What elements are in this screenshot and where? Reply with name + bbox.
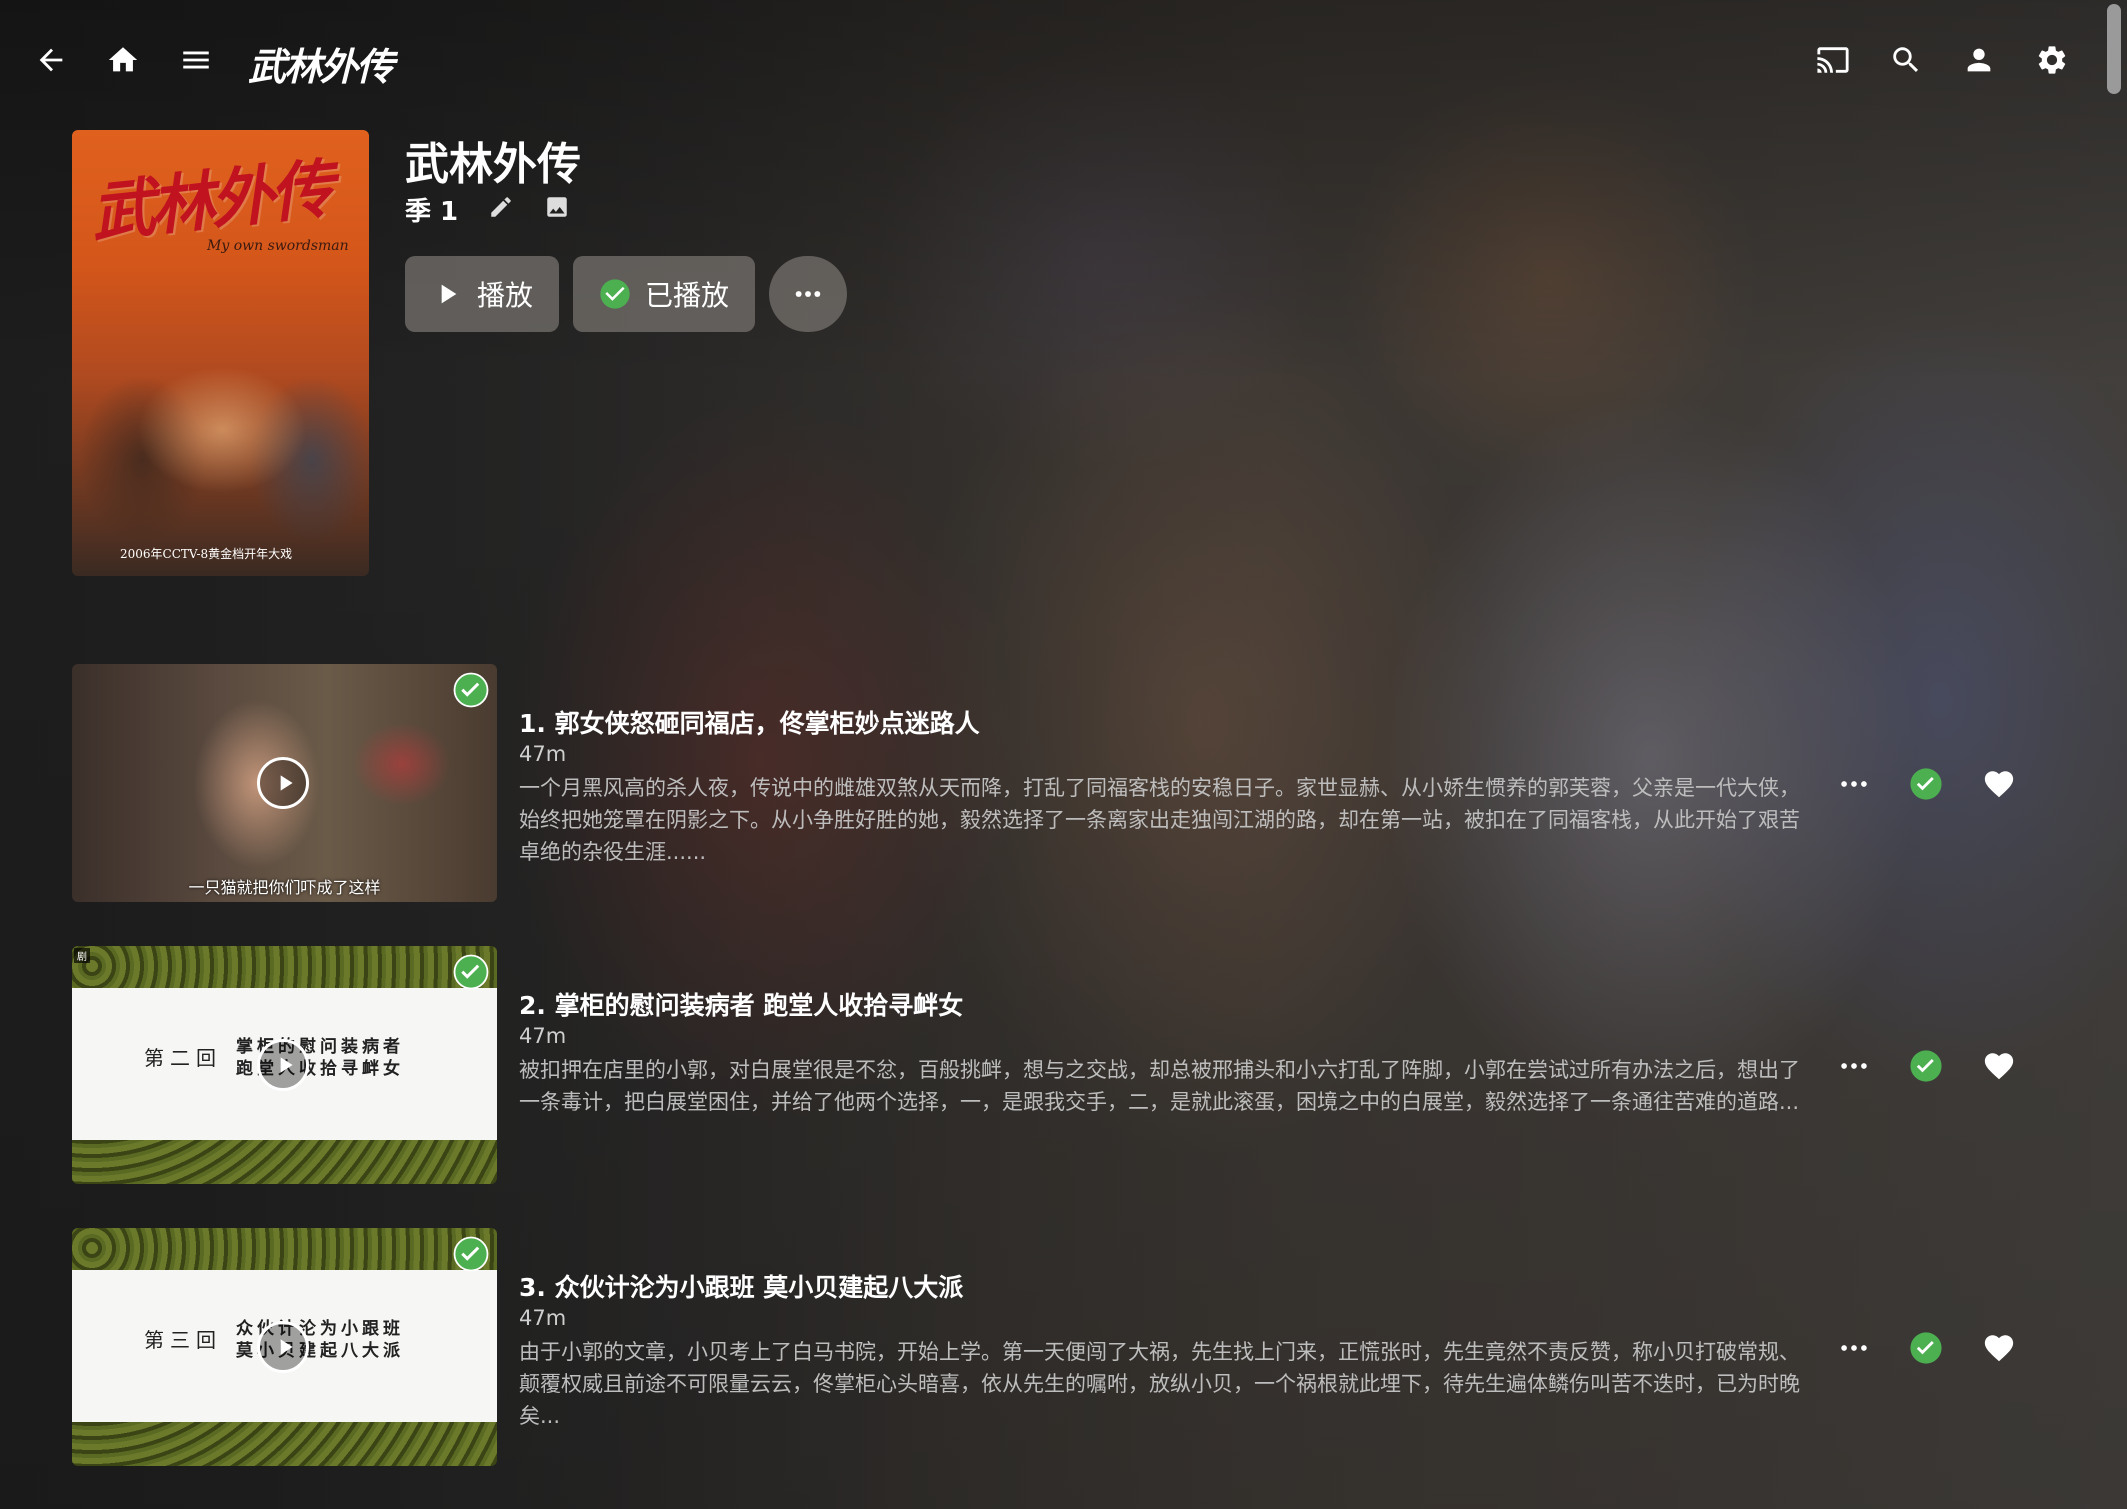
poster-caption: 2006年CCTV-8黄金档开年大戏 bbox=[120, 547, 293, 561]
more-horiz-icon bbox=[1841, 1345, 1867, 1351]
play-label: 播放 bbox=[477, 279, 534, 312]
episode-more-button[interactable] bbox=[1832, 1044, 1876, 1088]
edit-metadata-button[interactable] bbox=[488, 194, 514, 224]
search-icon bbox=[1893, 47, 1919, 73]
episode-row[interactable]: 第二回 掌柜的慰问装病者 跑堂人收拾寻衅女 剧 2. 掌柜的慰问装病者 跑堂人收… bbox=[72, 946, 2032, 1184]
episode-thumbnail[interactable]: 一只猫就把你们吓成了这样 bbox=[72, 664, 497, 902]
episode-title[interactable]: 2. 掌柜的慰问装病者 跑堂人收拾寻衅女 bbox=[519, 986, 963, 1022]
episode-favorite-toggle[interactable] bbox=[1977, 1044, 2021, 1088]
menu-icon bbox=[183, 51, 209, 69]
more-horiz-icon bbox=[795, 291, 821, 297]
app-logo[interactable]: 武林外传 bbox=[248, 36, 394, 91]
home-icon bbox=[108, 47, 138, 72]
menu-button[interactable] bbox=[169, 33, 223, 87]
played-button[interactable]: 已播放 bbox=[573, 256, 756, 332]
heart-icon bbox=[1984, 1335, 2014, 1362]
show-title: 武林外传 bbox=[405, 139, 581, 190]
cast-icon bbox=[1817, 47, 1849, 73]
episode-duration: 47m bbox=[519, 1024, 567, 1048]
season-row: 季 1 bbox=[405, 192, 570, 227]
episode-played-toggle[interactable] bbox=[1904, 1044, 1948, 1088]
episode-description: 一个月黑风高的杀人夜，传说中的雌雄双煞从天而降，打乱了同福客栈的安稳日子。家世显… bbox=[519, 776, 1800, 864]
episode-description: 被扣押在店里的小郭，对白展堂很是不忿，百般挑衅，想与之交战，却总被邢捕头和小六打… bbox=[519, 1058, 1800, 1114]
check-circle-icon bbox=[1910, 1050, 1942, 1082]
check-circle-icon bbox=[1910, 768, 1942, 800]
season-label: 季 1 bbox=[405, 196, 459, 227]
back-button[interactable] bbox=[24, 33, 78, 87]
episode-title[interactable]: 3. 众伙计沦为小跟班 莫小贝建起八大派 bbox=[519, 1268, 963, 1304]
check-circle-icon bbox=[600, 279, 630, 309]
play-button[interactable]: 播放 bbox=[405, 256, 560, 332]
more-horiz-icon bbox=[1841, 781, 1867, 787]
poster-title: 武林外传 bbox=[87, 151, 334, 252]
watched-check-icon bbox=[453, 1236, 489, 1272]
user-button[interactable] bbox=[1952, 33, 2006, 87]
person-icon bbox=[1967, 48, 1991, 72]
search-button[interactable] bbox=[1879, 33, 1933, 87]
play-icon bbox=[280, 1339, 293, 1355]
settings-icon bbox=[2038, 46, 2066, 74]
episode-row[interactable]: 一只猫就把你们吓成了这样 1. 郭女侠怒砸同福店，佟掌柜妙点迷路人 47m 一个… bbox=[72, 664, 2032, 902]
episode-favorite-toggle[interactable] bbox=[1977, 762, 2021, 806]
thumbnail-tag: 剧 bbox=[74, 948, 90, 963]
heart-icon bbox=[1984, 771, 2014, 798]
episode-row[interactable]: 第三回 众伙计沦为小跟班 莫小贝建起八大派 3. 众伙计沦为小跟班 莫小贝建起八… bbox=[72, 1228, 2032, 1466]
page-scrollbar[interactable] bbox=[2107, 4, 2121, 94]
episode-thumbnail[interactable]: 第二回 掌柜的慰问装病者 跑堂人收拾寻衅女 剧 bbox=[72, 946, 497, 1184]
episode-played-toggle[interactable] bbox=[1904, 1326, 1948, 1370]
episode-duration: 47m bbox=[519, 1306, 567, 1330]
episode-favorite-toggle[interactable] bbox=[1977, 1326, 2021, 1370]
heart-icon bbox=[1984, 1053, 2014, 1080]
episode-thumbnail[interactable]: 第三回 众伙计沦为小跟班 莫小贝建起八大派 bbox=[72, 1228, 497, 1466]
check-circle-icon bbox=[1910, 1332, 1942, 1364]
watched-check-icon bbox=[453, 954, 489, 990]
settings-button[interactable] bbox=[2025, 33, 2079, 87]
more-options-button[interactable] bbox=[769, 256, 848, 332]
play-icon bbox=[280, 775, 293, 791]
title-card-chapter: 第三回 bbox=[144, 1328, 222, 1352]
episode-duration: 47m bbox=[519, 742, 567, 766]
edit-images-button[interactable] bbox=[544, 194, 570, 224]
show-poster[interactable]: 武林外传 My own swordsman 2006年CCTV-8黄金档开年大戏 bbox=[72, 130, 369, 576]
thumbnail-subtitle: 一只猫就把你们吓成了这样 bbox=[188, 878, 381, 897]
image-icon bbox=[547, 197, 567, 217]
play-episode-button[interactable] bbox=[257, 1321, 309, 1373]
more-horiz-icon bbox=[1841, 1063, 1867, 1069]
play-episode-button[interactable] bbox=[257, 757, 309, 809]
episode-description: 由于小郭的文章，小贝考上了白马书院，开始上学。第一天便闯了大祸，先生找上门来，正… bbox=[519, 1340, 1800, 1428]
title-card-chapter: 第二回 bbox=[144, 1046, 222, 1070]
pencil-icon bbox=[491, 197, 511, 217]
home-button[interactable] bbox=[96, 33, 150, 87]
watched-check-icon bbox=[453, 672, 489, 708]
play-episode-button[interactable] bbox=[257, 1039, 309, 1091]
episode-title[interactable]: 1. 郭女侠怒砸同福店，佟掌柜妙点迷路人 bbox=[519, 704, 980, 740]
episode-more-button[interactable] bbox=[1832, 1326, 1876, 1370]
played-label: 已播放 bbox=[645, 279, 730, 312]
episode-played-toggle[interactable] bbox=[1904, 762, 1948, 806]
arrow-back-icon bbox=[39, 48, 63, 72]
play-icon bbox=[280, 1057, 293, 1073]
cast-button[interactable] bbox=[1806, 33, 1860, 87]
play-icon bbox=[441, 284, 457, 304]
poster-subtitle: My own swordsman bbox=[207, 238, 349, 254]
episode-more-button[interactable] bbox=[1832, 762, 1876, 806]
show-actions: 播放 已播放 bbox=[405, 256, 848, 332]
app-header: 武林外传 bbox=[0, 0, 2127, 118]
